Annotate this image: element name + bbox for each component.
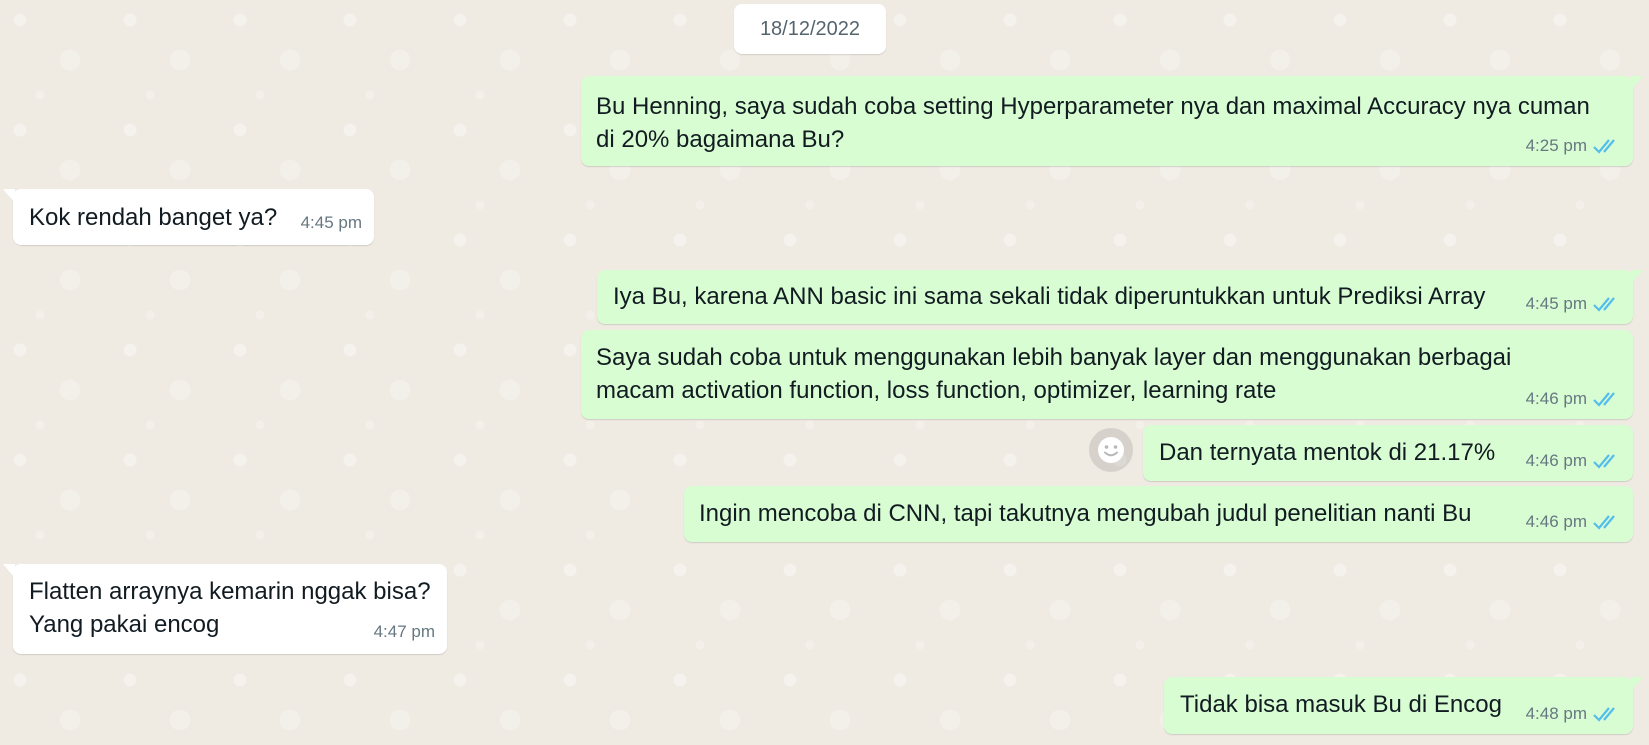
message-bubble-outgoing[interactable]: Iya Bu, karena ANN basic ini sama sekali… (597, 270, 1643, 324)
message-text-line: Flatten arraynya kemarin nggak bisa? (29, 578, 431, 605)
add-reaction-button[interactable] (1089, 428, 1133, 472)
date-separator: 18/12/2022 (734, 4, 886, 54)
message-bubble-outgoing[interactable]: Dan ternyata mentok di 21.17% 4:46 pm (1143, 425, 1633, 481)
message-meta: 4:45 pm (301, 206, 362, 239)
message-text-line: di 20% bagaimana Bu? (596, 126, 845, 153)
message-bubble-outgoing[interactable]: Saya sudah coba untuk menggunakan lebih … (581, 330, 1633, 419)
double-check-icon (1593, 706, 1615, 722)
message-text-line: Dan ternyata mentok di 21.17% (1159, 439, 1496, 466)
message-meta: 4:47 pm (374, 615, 435, 648)
message-text-line: Kok rendah banget ya? (29, 204, 278, 231)
message-bubble-outgoing[interactable]: Tidak bisa masuk Bu di Encog 4:48 pm (1164, 677, 1643, 734)
message-meta: 4:46 pm (1526, 382, 1621, 415)
message-text-line: Yang pakai encog (29, 611, 220, 638)
message-time: 4:47 pm (373, 622, 435, 641)
double-check-icon (1593, 391, 1615, 407)
message-text-line: macam activation function, loss function… (596, 377, 1277, 404)
message-text-line: Tidak bisa masuk Bu di Encog (1180, 691, 1502, 718)
message-text-line: Iya Bu, karena ANN basic ini sama sekali… (613, 283, 1486, 310)
message-time: 4:46 pm (1525, 512, 1587, 531)
date-label: 18/12/2022 (759, 17, 861, 40)
message-bubble-outgoing[interactable]: Ingin mencoba di CNN, tapi takutnya meng… (684, 486, 1633, 542)
double-check-icon (1593, 138, 1615, 154)
message-text-line: Bu Henning, saya sudah coba setting Hype… (596, 93, 1590, 120)
double-check-icon (1593, 296, 1615, 312)
smiley-icon (1098, 437, 1124, 463)
message-bubble-outgoing[interactable]: Bu Henning, saya sudah coba setting Hype… (581, 76, 1643, 166)
message-bubble-incoming[interactable]: Flatten arraynya kemarin nggak bisa? Yan… (3, 564, 447, 654)
message-time: 4:45 pm (1525, 294, 1587, 313)
message-time: 4:46 pm (1525, 451, 1587, 470)
message-text-line: Ingin mencoba di CNN, tapi takutnya meng… (699, 500, 1472, 527)
message-time: 4:46 pm (1525, 389, 1587, 408)
message-meta: 4:48 pm (1526, 697, 1621, 730)
message-meta: 4:46 pm (1526, 505, 1621, 538)
message-meta: 4:25 pm (1526, 129, 1621, 162)
message-bubble-incoming[interactable]: Kok rendah banget ya? 4:45 pm (3, 189, 374, 245)
double-check-icon (1593, 453, 1615, 469)
message-text-line: Saya sudah coba untuk menggunakan lebih … (596, 344, 1512, 371)
message-meta: 4:45 pm (1526, 287, 1621, 320)
message-meta: 4:46 pm (1526, 444, 1621, 477)
message-time: 4:25 pm (1525, 136, 1587, 155)
message-time: 4:48 pm (1525, 704, 1587, 723)
message-time: 4:45 pm (300, 213, 362, 232)
double-check-icon (1593, 514, 1615, 530)
